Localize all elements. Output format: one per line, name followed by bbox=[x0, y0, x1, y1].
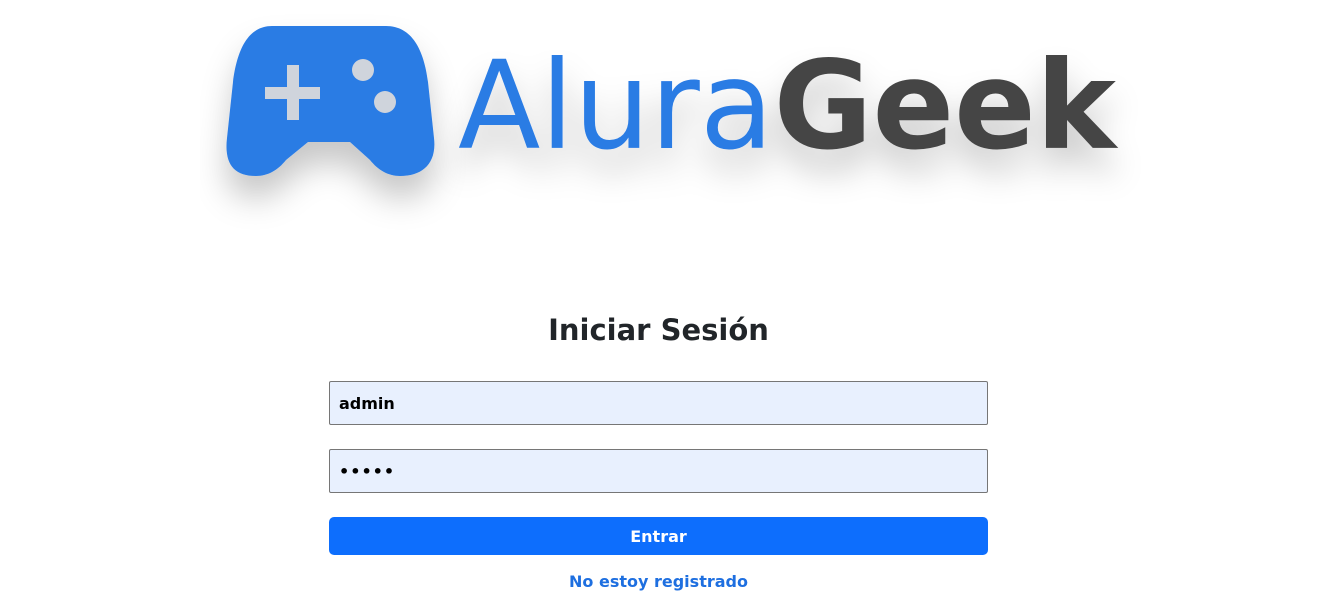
username-input[interactable] bbox=[329, 381, 988, 425]
page-title: Iniciar Sesión bbox=[548, 313, 769, 347]
password-input[interactable] bbox=[329, 449, 988, 493]
alurageek-logo: AluraGeek bbox=[200, 10, 1160, 260]
login-form: Iniciar Sesión Entrar No estoy registrad… bbox=[329, 308, 988, 591]
brand-alura: Alura bbox=[458, 35, 774, 177]
brand-wordmark: AluraGeek bbox=[458, 35, 1119, 177]
register-link[interactable]: No estoy registrado bbox=[329, 572, 988, 591]
brand-geek: Geek bbox=[774, 35, 1119, 177]
gamepad-icon bbox=[226, 26, 435, 176]
login-button[interactable]: Entrar bbox=[329, 517, 988, 555]
